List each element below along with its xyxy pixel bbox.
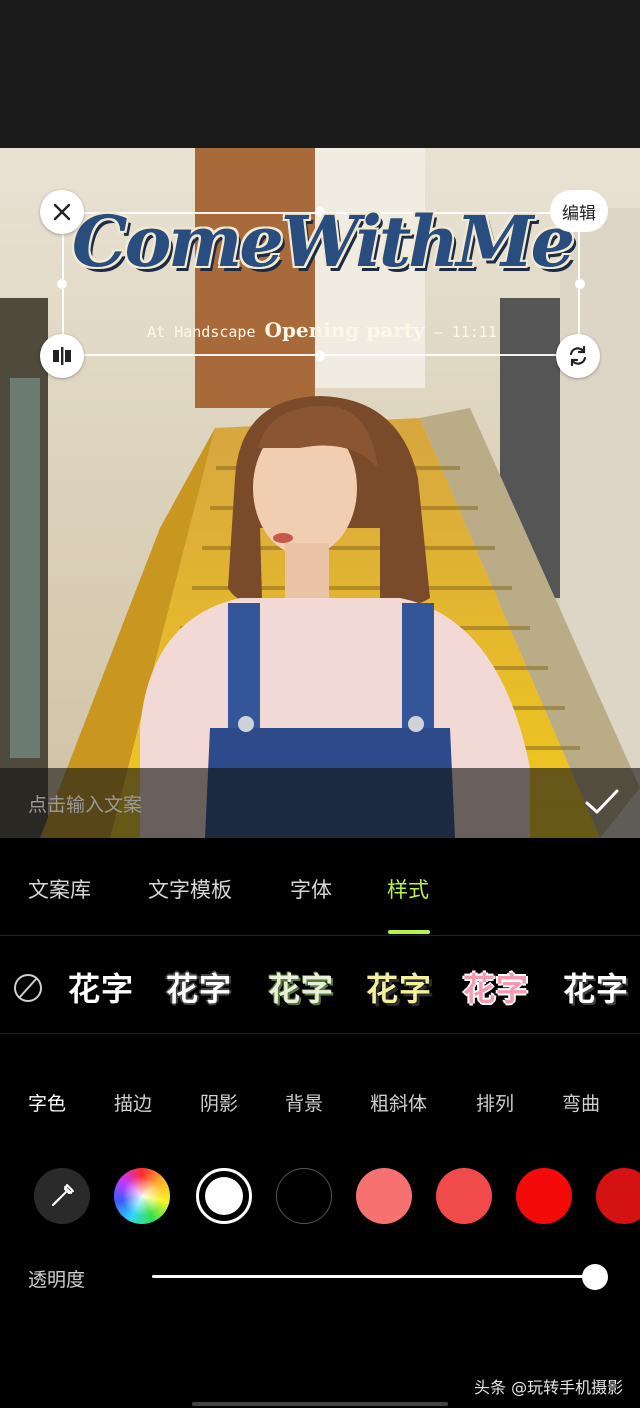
opacity-slider-track[interactable]	[152, 1275, 592, 1278]
color-swatch-light-red[interactable]	[356, 1168, 412, 1224]
text-input-placeholder[interactable]: 点击输入文案	[28, 790, 142, 817]
overlay-subtitle-text[interactable]: At Handscape Opening party — 11:11	[60, 318, 584, 342]
opacity-label: 透明度	[28, 1269, 86, 1291]
color-swatch-dark-red[interactable]	[596, 1168, 640, 1224]
edit-text-button[interactable]: 编辑	[550, 190, 608, 232]
color-swatch-black[interactable]	[276, 1168, 332, 1224]
bottom-resize-handle[interactable]	[315, 351, 325, 361]
color-wheel-icon[interactable]	[114, 1168, 170, 1224]
style-preset-4[interactable]: 花字	[366, 964, 432, 1010]
subtab-background[interactable]: 背景	[285, 1089, 323, 1116]
rotate-icon	[569, 345, 587, 367]
style-preset-6[interactable]: 花字	[563, 964, 629, 1010]
subtitle-emphasis: Opening party	[264, 318, 425, 342]
home-indicator[interactable]	[192, 1402, 448, 1406]
watermark: 头条 @玩转手机摄影	[474, 1378, 624, 1397]
text-input-bar[interactable]: 点击输入文案	[0, 768, 640, 838]
mirror-button[interactable]	[40, 334, 84, 378]
style-preset-2[interactable]: 花字	[166, 964, 232, 1010]
style-preset-3[interactable]: 花字	[268, 964, 334, 1010]
subtitle-prefix: At Handscape	[147, 323, 256, 341]
subtab-stroke[interactable]: 描边	[114, 1089, 152, 1116]
subtab-shadow[interactable]: 阴影	[200, 1089, 238, 1116]
close-icon	[53, 203, 71, 221]
subtab-arrangement[interactable]: 排列	[476, 1089, 514, 1116]
subtab-curve[interactable]: 弯曲	[562, 1089, 600, 1116]
overlay-title-text[interactable]: ComeWithMe	[60, 200, 584, 283]
color-swatch-red[interactable]	[516, 1168, 572, 1224]
no-style-icon[interactable]	[12, 972, 44, 1004]
check-icon[interactable]	[582, 782, 622, 822]
tab-text-template[interactable]: 文字模板	[148, 874, 232, 904]
subtab-text-color[interactable]: 字色	[28, 1089, 66, 1116]
mirror-icon	[53, 347, 71, 365]
subtitle-suffix: — 11:11	[433, 323, 497, 341]
subtab-bold-italic[interactable]: 粗斜体	[370, 1089, 427, 1116]
rotate-button[interactable]	[556, 334, 600, 378]
eyedropper-icon	[52, 1184, 74, 1206]
tab-copy-library[interactable]: 文案库	[28, 874, 91, 904]
top-bar	[0, 0, 640, 148]
active-tab-indicator	[388, 930, 430, 934]
tab-font[interactable]: 字体	[290, 874, 332, 904]
style-preset-1[interactable]: 花字	[68, 964, 134, 1010]
eyedropper-button[interactable]	[34, 1168, 90, 1224]
main-tabs: 文案库 文字模板 字体 样式	[0, 838, 640, 936]
style-preset-5[interactable]: 花字	[463, 964, 529, 1010]
tab-style[interactable]: 样式	[387, 874, 429, 904]
opacity-slider-thumb[interactable]	[582, 1264, 608, 1290]
color-swatch-coral-red[interactable]	[436, 1168, 492, 1224]
color-swatch-white[interactable]	[196, 1168, 252, 1224]
delete-text-button[interactable]	[40, 190, 84, 234]
